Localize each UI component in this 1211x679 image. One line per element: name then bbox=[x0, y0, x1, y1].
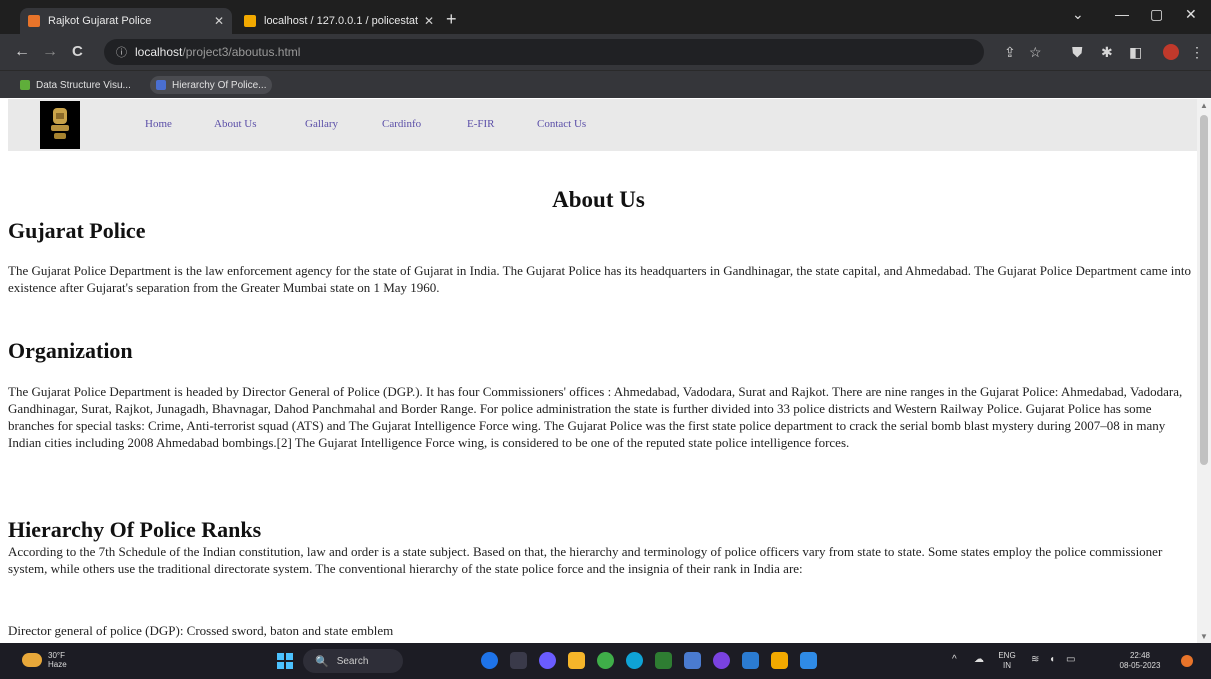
word-icon[interactable] bbox=[800, 652, 817, 669]
wifi-icon[interactable]: ≋ bbox=[1031, 654, 1039, 665]
lion-emblem-icon bbox=[51, 108, 69, 139]
teams-chat-icon[interactable] bbox=[539, 652, 556, 669]
bookmark-label: Hierarchy Of Police... bbox=[172, 79, 267, 91]
scrollbar-thumb[interactable] bbox=[1200, 115, 1208, 465]
more-menu-icon[interactable]: ⋮ bbox=[1190, 44, 1204, 60]
police-favicon-icon bbox=[28, 15, 40, 27]
windows-start-icon[interactable] bbox=[277, 653, 293, 669]
section-paragraph: According to the 7th Schedule of the Ind… bbox=[8, 544, 1163, 576]
tab-search-chevron-icon[interactable]: ⌄ bbox=[1072, 6, 1084, 23]
nav-link-contact-us[interactable]: Contact Us bbox=[537, 118, 586, 130]
profile-avatar[interactable] bbox=[1163, 44, 1179, 60]
share-icon[interactable]: ⇪ bbox=[1004, 44, 1016, 60]
chrome-icon[interactable] bbox=[597, 652, 614, 669]
nav-link-e-fir[interactable]: E-FIR bbox=[467, 118, 495, 130]
section-paragraph: The Gujarat Police Department is the law… bbox=[8, 263, 1192, 295]
page-scrollbar[interactable]: ▲ ▼ bbox=[1197, 99, 1211, 643]
language-indicator[interactable]: ENG IN bbox=[996, 651, 1018, 671]
taskbar-clock[interactable]: 22:48 08-05-2023 bbox=[1110, 651, 1170, 671]
extensions-puzzle-icon[interactable]: ✱ bbox=[1101, 44, 1113, 60]
scroll-up-icon[interactable]: ▲ bbox=[1200, 101, 1208, 110]
edge-icon[interactable] bbox=[626, 652, 643, 669]
file-explorer-icon[interactable] bbox=[568, 652, 585, 669]
address-path: /project3/aboutus.html bbox=[182, 45, 301, 59]
weather-temp: 30°F bbox=[48, 651, 65, 660]
tab-title: Rajkot Gujarat Police bbox=[48, 15, 152, 27]
address-host: localhost bbox=[135, 45, 183, 59]
clock-time: 22:48 bbox=[1129, 651, 1151, 660]
search-icon: 🔍 bbox=[315, 655, 329, 668]
site-navbar: Home About Us Gallary Cardinfo E-FIR Con… bbox=[8, 99, 1197, 151]
clock-date: 08-05-2023 bbox=[1119, 661, 1161, 670]
maximize-icon[interactable]: ▢ bbox=[1150, 6, 1163, 23]
xampp-icon[interactable] bbox=[771, 652, 788, 669]
site-info-icon[interactable]: ⓘ bbox=[116, 44, 127, 60]
volume-icon[interactable]: ◖ bbox=[1049, 654, 1055, 665]
nav-link-home[interactable]: Home bbox=[145, 118, 172, 130]
rank-dgp: Director general of police (DGP): Crosse… bbox=[8, 623, 394, 638]
address-bar[interactable]: ⓘ localhost /project3/aboutus.html bbox=[104, 39, 984, 65]
taskbar-search[interactable]: 🔍 Search bbox=[303, 649, 403, 673]
new-tab-button[interactable]: + bbox=[446, 10, 457, 28]
scroll-down-icon[interactable]: ▼ bbox=[1200, 632, 1208, 641]
section-heading-organization: Organization bbox=[8, 338, 133, 363]
battery-icon[interactable]: ▭ bbox=[1066, 654, 1075, 665]
nav-link-cardinfo[interactable]: Cardinfo bbox=[382, 118, 421, 130]
tab-localhost-phpmyadmin[interactable]: localhost / 127.0.0.1 / policestat ✕ bbox=[236, 8, 442, 34]
side-panel-icon[interactable]: ◧ bbox=[1129, 44, 1142, 60]
back-icon[interactable]: ← bbox=[14, 43, 30, 61]
haze-weather-icon bbox=[22, 653, 42, 667]
browser-tab-bar: Rajkot Gujarat Police ✕ localhost / 127.… bbox=[0, 0, 1211, 34]
nav-link-gallary[interactable]: Gallary bbox=[305, 118, 338, 130]
section-paragraph: The Gujarat Police Department is headed … bbox=[8, 384, 1183, 450]
app-icon[interactable] bbox=[684, 652, 701, 669]
app-icon[interactable] bbox=[713, 652, 730, 669]
close-icon[interactable]: ✕ bbox=[424, 14, 434, 28]
section-heading-gujarat-police: Gujarat Police bbox=[8, 218, 146, 243]
reload-icon[interactable]: C bbox=[72, 43, 83, 61]
bookmark-favicon-icon bbox=[20, 80, 30, 90]
language-code: ENG bbox=[998, 651, 1016, 660]
bookmarks-bar: Data Structure Visu... Hierarchy Of Poli… bbox=[0, 70, 1211, 98]
search-label: Search bbox=[336, 655, 369, 667]
tray-chevron-icon[interactable]: ^ bbox=[952, 654, 957, 665]
tab-title: localhost / 127.0.0.1 / policestat bbox=[264, 15, 418, 27]
notification-icon[interactable] bbox=[1181, 655, 1193, 667]
nav-link-about-us[interactable]: About Us bbox=[214, 118, 256, 130]
store-icon[interactable] bbox=[655, 652, 672, 669]
state-emblem-logo[interactable] bbox=[40, 101, 80, 149]
page-viewport: Home About Us Gallary Cardinfo E-FIR Con… bbox=[0, 99, 1197, 643]
task-view-icon[interactable] bbox=[510, 652, 527, 669]
minimize-icon[interactable]: — bbox=[1115, 6, 1129, 22]
tab-rajkot-gujarat-police[interactable]: Rajkot Gujarat Police ✕ bbox=[20, 8, 232, 34]
windows-taskbar: 30°F Haze 🔍 Search ^ ☁ ENG IN ≋ ◖ ▭ 22:4… bbox=[0, 643, 1211, 679]
bookmark-label: Data Structure Visu... bbox=[36, 79, 131, 91]
cloud-icon[interactable]: ☁ bbox=[974, 654, 984, 665]
forward-icon[interactable]: → bbox=[42, 43, 58, 61]
section-heading-hierarchy: Hierarchy Of Police Ranks bbox=[8, 517, 262, 542]
language-region: IN bbox=[1003, 661, 1011, 670]
copilot-app-icon[interactable] bbox=[481, 652, 498, 669]
phpmyadmin-favicon-icon bbox=[244, 15, 256, 27]
bookmark-favicon-icon bbox=[156, 80, 166, 90]
page-title: About Us bbox=[552, 187, 645, 212]
vscode-icon[interactable] bbox=[742, 652, 759, 669]
bookmark-data-structure[interactable]: Data Structure Visu... bbox=[14, 76, 137, 94]
bookmark-star-icon[interactable]: ☆ bbox=[1029, 44, 1042, 60]
weather-condition: Haze bbox=[48, 660, 67, 669]
weather-widget[interactable]: 30°F Haze bbox=[22, 651, 67, 669]
browser-toolbar: ← → C ⓘ localhost /project3/aboutus.html… bbox=[0, 34, 1211, 70]
bookmark-hierarchy-of-police[interactable]: Hierarchy Of Police... bbox=[150, 76, 273, 94]
close-icon[interactable]: ✕ bbox=[214, 14, 224, 28]
shield-extension-icon[interactable]: ⛊ bbox=[1072, 44, 1083, 60]
window-close-icon[interactable]: ✕ bbox=[1185, 6, 1197, 23]
